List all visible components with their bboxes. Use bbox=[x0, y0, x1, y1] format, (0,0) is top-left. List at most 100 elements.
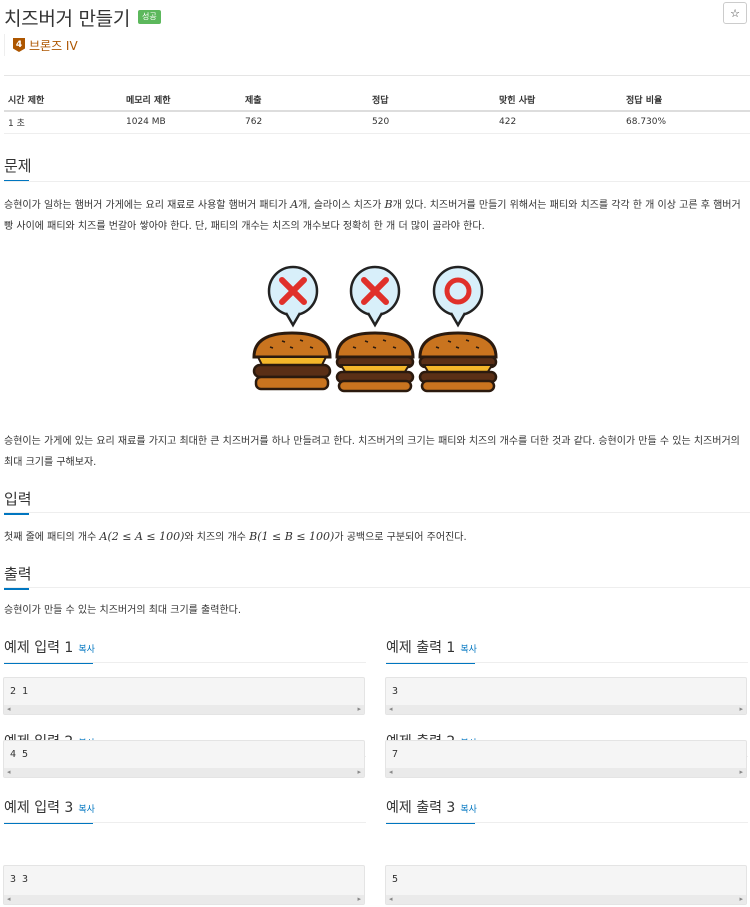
section-title-problem-text: 문제 bbox=[4, 157, 32, 175]
header-memory-limit: 메모리 제한 bbox=[122, 89, 241, 112]
sample-input-value: 4 5 bbox=[10, 749, 29, 760]
copy-button[interactable]: 복사 bbox=[460, 802, 477, 815]
correct-bubble bbox=[432, 265, 484, 328]
copy-button[interactable]: 복사 bbox=[460, 642, 477, 655]
scroll-right-icon[interactable]: ▸ bbox=[357, 768, 361, 776]
horizontal-scrollbar[interactable]: ◂ ▸ bbox=[4, 895, 364, 904]
sample-input-value: 2 1 bbox=[10, 686, 29, 697]
wrong-bubble-2 bbox=[349, 265, 401, 328]
output-description: 승현이가 만들 수 있는 치즈버거의 최대 크기를 출력한다. bbox=[4, 605, 242, 616]
horizontal-scrollbar[interactable]: ◂ ▸ bbox=[4, 705, 364, 714]
memory-limit-value: 1024 MB bbox=[122, 111, 241, 134]
solvers-value: 422 bbox=[495, 111, 622, 134]
input-text: 첫째 줄에 패티의 개수 bbox=[4, 532, 100, 543]
sample-input-3-box[interactable]: 3 3 ◂ ▸ bbox=[3, 865, 365, 905]
section-underline bbox=[4, 513, 29, 515]
scroll-left-icon[interactable]: ◂ bbox=[389, 895, 393, 903]
math-range-a: A(2 ≤ A ≤ 100) bbox=[99, 530, 185, 543]
sample-output-3-title: 예제 출력 3 복사 bbox=[386, 797, 477, 824]
tier-row[interactable]: 4 브론즈 IV bbox=[4, 34, 78, 56]
sample-output-3-box[interactable]: 5 ◂ ▸ bbox=[385, 865, 747, 905]
math-var-b: B bbox=[384, 198, 393, 211]
burger-3 bbox=[418, 331, 498, 393]
sample-input-1-title: 예제 입력 1 복사 bbox=[4, 637, 95, 664]
header-accepted: 정답 bbox=[368, 89, 495, 112]
sample-output-value: 7 bbox=[392, 749, 399, 760]
star-button[interactable]: ☆ bbox=[723, 2, 747, 24]
copy-button[interactable]: 복사 bbox=[78, 642, 95, 655]
title-row: 치즈버거 만들기 성공 bbox=[4, 4, 161, 30]
time-limit-value: 1 초 bbox=[4, 111, 122, 134]
sample-input-value: 3 3 bbox=[10, 874, 29, 885]
sample-output-1-title: 예제 출력 1 복사 bbox=[386, 637, 477, 664]
accepted-value: 520 bbox=[368, 111, 495, 134]
submissions-value: 762 bbox=[241, 111, 368, 134]
scroll-right-icon[interactable]: ▸ bbox=[739, 768, 743, 776]
scroll-right-icon[interactable]: ▸ bbox=[357, 705, 361, 713]
scroll-left-icon[interactable]: ◂ bbox=[7, 895, 11, 903]
sample-output-1-box[interactable]: 3 ◂ ▸ bbox=[385, 677, 747, 715]
scroll-right-icon[interactable]: ▸ bbox=[739, 895, 743, 903]
problem-info-table: 시간 제한 메모리 제한 제출 정답 맞힌 사람 정답 비율 1 초 1024 … bbox=[4, 89, 750, 134]
divider bbox=[4, 75, 750, 76]
result-badge: 성공 bbox=[138, 10, 161, 24]
scroll-left-icon[interactable]: ◂ bbox=[389, 768, 393, 776]
table-row: 1 초 1024 MB 762 520 422 68.730% bbox=[4, 111, 750, 134]
cheeseburger-illustration bbox=[252, 265, 498, 393]
tier-label: 브론즈 IV bbox=[29, 38, 78, 53]
section-title-problem: 문제 bbox=[4, 155, 32, 182]
sample-output-title-text: 예제 출력 1 bbox=[386, 640, 456, 656]
header-time-limit: 시간 제한 bbox=[4, 89, 122, 112]
input-text: 와 치즈의 개수 bbox=[184, 532, 250, 543]
sample-input-3-title: 예제 입력 3 복사 bbox=[4, 797, 95, 824]
page-title: 치즈버거 만들기 bbox=[4, 7, 131, 30]
copy-button[interactable]: 복사 bbox=[78, 802, 95, 815]
horizontal-scrollbar[interactable]: ◂ ▸ bbox=[4, 768, 364, 777]
section-title-input-text: 입력 bbox=[4, 490, 32, 508]
burger-1 bbox=[252, 331, 332, 391]
sample-output-title-text: 예제 출력 3 bbox=[386, 800, 456, 816]
problem-description-1: 승현이가 일하는 햄버거 가게에는 요리 재료로 사용할 햄버거 패티가 A개,… bbox=[4, 194, 746, 237]
tier-bronze-icon: 4 bbox=[13, 38, 25, 52]
section-underline bbox=[4, 588, 29, 590]
math-var-a: A bbox=[290, 198, 299, 211]
sample-output-value: 3 bbox=[392, 686, 399, 697]
horizontal-scrollbar[interactable]: ◂ ▸ bbox=[386, 768, 746, 777]
scroll-left-icon[interactable]: ◂ bbox=[7, 705, 11, 713]
sample-input-title-text: 예제 입력 1 bbox=[4, 640, 74, 656]
wrong-bubble-1 bbox=[267, 265, 319, 328]
burger-2 bbox=[335, 331, 415, 393]
horizontal-scrollbar[interactable]: ◂ ▸ bbox=[386, 705, 746, 714]
problem-text: 승현이가 일하는 햄버거 가게에는 요리 재료로 사용할 햄버거 패티가 bbox=[4, 200, 291, 211]
problem-description-2: 승현이는 가게에 있는 요리 재료를 가지고 최대한 큰 치즈버거를 하나 만들… bbox=[4, 436, 740, 468]
section-divider bbox=[4, 587, 750, 588]
input-description: 첫째 줄에 패티의 개수 A(2 ≤ A ≤ 100)와 치즈의 개수 B(1 … bbox=[4, 526, 746, 548]
scroll-right-icon[interactable]: ▸ bbox=[357, 895, 361, 903]
scroll-right-icon[interactable]: ▸ bbox=[739, 705, 743, 713]
sample-output-value: 5 bbox=[392, 874, 399, 885]
sample-input-1-box[interactable]: 2 1 ◂ ▸ bbox=[3, 677, 365, 715]
header-submissions: 제출 bbox=[241, 89, 368, 112]
section-divider bbox=[386, 662, 748, 663]
header-ratio: 정답 비율 bbox=[622, 89, 750, 112]
problem-text: 개, 슬라이스 치즈가 bbox=[298, 200, 385, 211]
sample-input-title-text: 예제 입력 3 bbox=[4, 800, 74, 816]
sample-output-2-box[interactable]: 7 ◂ ▸ bbox=[385, 740, 747, 778]
math-range-b: B(1 ≤ B ≤ 100) bbox=[249, 530, 335, 543]
scroll-left-icon[interactable]: ◂ bbox=[7, 768, 11, 776]
section-divider bbox=[4, 822, 366, 823]
section-divider bbox=[4, 662, 366, 663]
input-text: 가 공백으로 구분되어 주어진다. bbox=[334, 532, 467, 543]
table-header-row: 시간 제한 메모리 제한 제출 정답 맞힌 사람 정답 비율 bbox=[4, 89, 750, 112]
sample-input-2-box[interactable]: 4 5 ◂ ▸ bbox=[3, 740, 365, 778]
section-divider bbox=[386, 822, 748, 823]
horizontal-scrollbar[interactable]: ◂ ▸ bbox=[386, 895, 746, 904]
section-title-input: 입력 bbox=[4, 488, 32, 515]
star-icon: ☆ bbox=[730, 6, 740, 20]
section-divider bbox=[4, 512, 750, 513]
header-solvers: 맞힌 사람 bbox=[495, 89, 622, 112]
section-divider bbox=[4, 181, 750, 182]
section-title-output-text: 출력 bbox=[4, 565, 32, 583]
scroll-left-icon[interactable]: ◂ bbox=[389, 705, 393, 713]
section-title-output: 출력 bbox=[4, 563, 32, 590]
